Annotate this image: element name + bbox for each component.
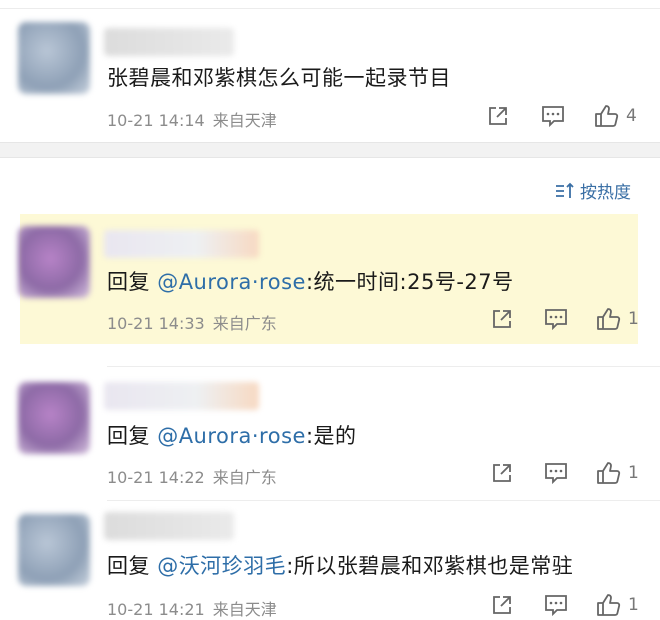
comment-meta: 10-21 14:14 来自天津 — [107, 107, 277, 131]
like-button[interactable]: 4 — [594, 104, 637, 128]
share-button[interactable] — [490, 307, 514, 331]
reply-text: 回复 @Aurora·rose:是的 — [107, 420, 357, 450]
comment-icon — [545, 463, 567, 485]
share-button[interactable] — [490, 593, 514, 617]
divider — [107, 366, 660, 367]
reply-prefix: 回复 — [107, 270, 150, 294]
reply-source: 来自广东 — [212, 468, 277, 487]
reply-time: 10-21 14:33 — [107, 314, 205, 333]
username-blurred[interactable] — [104, 382, 259, 410]
reply-body: :是的 — [305, 424, 357, 448]
like-button[interactable]: 1 — [596, 307, 639, 331]
like-count: 1 — [628, 463, 639, 483]
avatar[interactable] — [18, 514, 90, 586]
like-count: 1 — [628, 309, 639, 329]
thumbs-up-icon — [597, 594, 621, 616]
reply-meta: 10-21 14:21 来自天津 — [107, 596, 277, 620]
username-blurred[interactable] — [104, 28, 234, 56]
comment-source: 来自天津 — [212, 111, 277, 130]
mention-link[interactable]: @沃河珍羽毛 — [157, 554, 286, 578]
mention-link[interactable]: @Aurora·rose — [157, 424, 306, 448]
like-button[interactable]: 1 — [596, 461, 639, 485]
reply-source: 来自天津 — [212, 600, 277, 619]
reply-body: :统一时间:25号-27号 — [305, 270, 514, 294]
top-divider — [0, 0, 660, 9]
comment-icon — [545, 595, 567, 617]
share-button[interactable] — [490, 461, 514, 485]
avatar[interactable] — [18, 22, 90, 94]
sort-label: 按热度 — [580, 183, 631, 203]
share-icon — [493, 464, 511, 482]
reply-prefix: 回复 — [107, 424, 150, 448]
share-icon — [493, 596, 511, 614]
reply-text: 回复 @沃河珍羽毛:所以张碧晨和邓紫棋也是常驻 — [107, 550, 573, 580]
like-count: 1 — [628, 595, 639, 615]
share-icon — [493, 310, 511, 328]
reply-prefix: 回复 — [107, 554, 150, 578]
reply-button[interactable] — [543, 461, 569, 485]
reply-button[interactable] — [543, 593, 569, 617]
username-blurred[interactable] — [104, 230, 259, 258]
divider — [107, 500, 660, 501]
avatar[interactable] — [18, 226, 90, 298]
comment-time: 10-21 14:14 — [107, 111, 205, 130]
sort-icon — [556, 182, 574, 198]
thumbs-up-icon — [597, 308, 621, 330]
comment-text: 张碧晨和邓紫棋怎么可能一起录节目 — [107, 66, 451, 90]
share-button[interactable] — [486, 104, 510, 128]
share-icon — [489, 107, 507, 125]
like-button[interactable]: 1 — [596, 593, 639, 617]
reply-body: :所以张碧晨和邓紫棋也是常驻 — [286, 554, 574, 578]
comment-icon — [542, 106, 564, 128]
section-separator — [0, 142, 660, 158]
sort-by-hot-button[interactable]: 按热度 — [555, 178, 631, 203]
reply-source: 来自广东 — [212, 314, 277, 333]
reply-meta: 10-21 14:33 来自广东 — [107, 310, 277, 334]
reply-button[interactable] — [543, 307, 569, 331]
reply-time: 10-21 14:21 — [107, 600, 205, 619]
like-count: 4 — [626, 106, 637, 126]
mention-link[interactable]: @Aurora·rose — [157, 270, 306, 294]
avatar[interactable] — [18, 382, 90, 454]
reply-text: 回复 @Aurora·rose:统一时间:25号-27号 — [107, 266, 514, 296]
thumbs-up-icon — [595, 105, 619, 127]
thumbs-up-icon — [597, 462, 621, 484]
username-blurred[interactable] — [104, 512, 234, 540]
reply-time: 10-21 14:22 — [107, 468, 205, 487]
reply-meta: 10-21 14:22 来自广东 — [107, 464, 277, 488]
comment-icon — [545, 309, 567, 331]
reply-button[interactable] — [540, 104, 566, 128]
